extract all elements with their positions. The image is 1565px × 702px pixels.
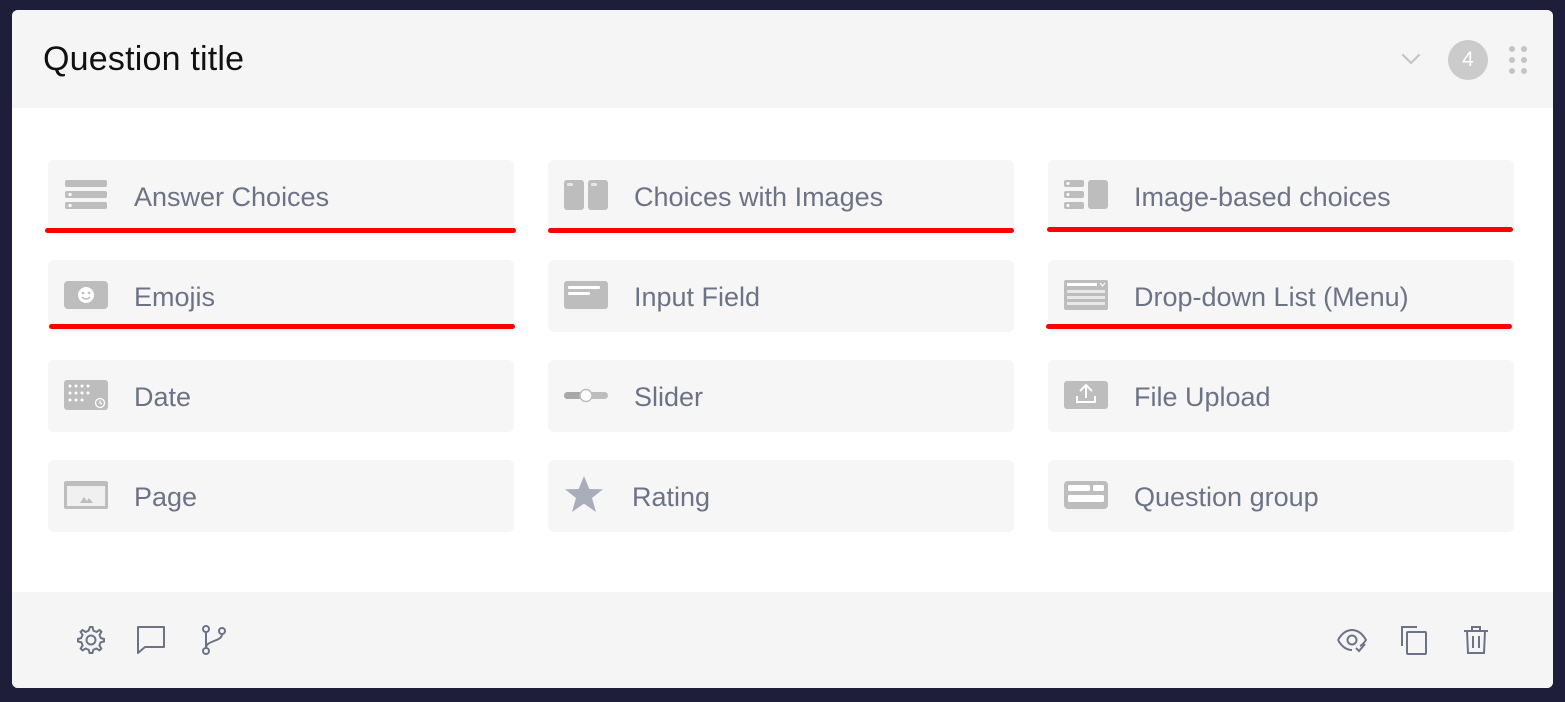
highlight-underline [49, 324, 515, 329]
chevron-down-icon[interactable] [1398, 46, 1424, 72]
question-type-slider[interactable]: Slider [548, 360, 1014, 432]
delete-icon[interactable] [1460, 624, 1492, 656]
question-type-rating[interactable]: Rating [548, 460, 1014, 532]
drag-handle-icon[interactable] [1507, 44, 1529, 76]
page-icon [64, 481, 108, 509]
highlight-underline [45, 228, 516, 233]
question-type-choices-with-images[interactable]: Choices with Images [548, 160, 1014, 232]
tile-label: Slider [634, 382, 704, 412]
list-image-icon [1064, 180, 1108, 209]
question-number-badge: 4 [1448, 40, 1488, 80]
slider-icon [564, 388, 608, 403]
tile-label: File Upload [1134, 382, 1271, 412]
list-icon [65, 180, 107, 209]
tile-label: Emojis [134, 282, 216, 312]
upload-icon [1064, 381, 1108, 409]
tile-label: Drop-down List (Menu) [1134, 282, 1409, 312]
image-cards-icon [564, 180, 608, 210]
comment-icon[interactable] [135, 624, 167, 656]
question-type-input-field[interactable]: Input Field [548, 260, 1014, 332]
calendar-icon [64, 380, 108, 410]
group-icon [1064, 481, 1108, 509]
question-type-dropdown-list[interactable]: Drop-down List (Menu) [1048, 260, 1514, 332]
question-header: Question title 4 [12, 10, 1553, 108]
input-field-icon [564, 281, 608, 309]
branch-icon[interactable] [198, 624, 230, 656]
highlight-underline [548, 228, 1014, 233]
tile-label: Page [134, 482, 198, 512]
tile-label: Answer Choices [134, 182, 330, 212]
question-type-page[interactable]: Page [48, 460, 514, 532]
star-icon [565, 476, 603, 512]
settings-icon[interactable] [74, 624, 106, 656]
highlight-underline [1046, 324, 1512, 329]
highlight-underline [1047, 227, 1513, 232]
preview-icon[interactable] [1336, 624, 1368, 656]
question-type-emojis[interactable]: Emojis [48, 260, 514, 332]
tile-label: Rating [632, 482, 711, 512]
question-type-answer-choices[interactable]: Answer Choices [48, 160, 514, 232]
tile-label: Question group [1134, 482, 1319, 512]
question-footer [12, 592, 1553, 688]
question-type-question-group[interactable]: Question group [1048, 460, 1514, 532]
question-type-file-upload[interactable]: File Upload [1048, 360, 1514, 432]
copy-icon[interactable] [1398, 624, 1430, 656]
tile-label: Image-based choices [1134, 182, 1391, 212]
question-card: Question title 4 Answer Choices Choices … [12, 10, 1553, 688]
question-type-date[interactable]: Date [48, 360, 514, 432]
tile-label: Date [134, 382, 192, 412]
question-type-image-based-choices[interactable]: Image-based choices [1048, 160, 1514, 232]
dropdown-list-icon [1064, 280, 1108, 310]
tile-label: Choices with Images [634, 182, 884, 212]
emoji-icon [64, 281, 108, 309]
question-title[interactable]: Question title [43, 40, 244, 79]
tile-label: Input Field [634, 282, 761, 312]
